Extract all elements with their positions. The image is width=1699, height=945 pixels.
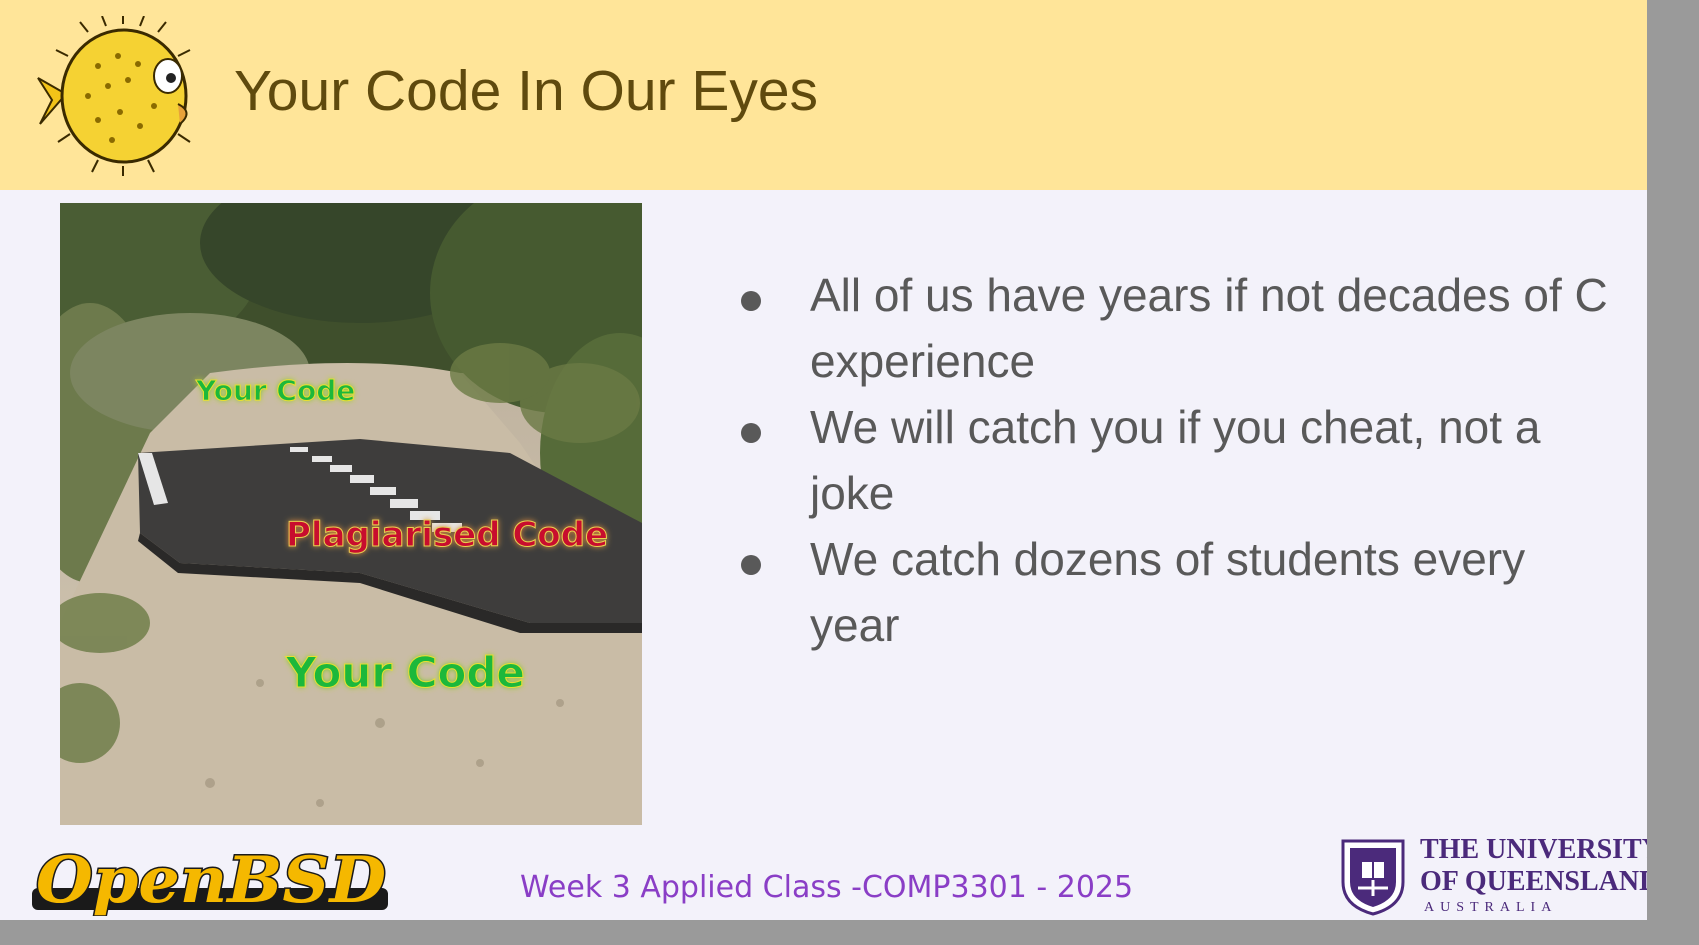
- bullet-dot-icon: [741, 423, 761, 443]
- bullet-text: All of us have years if not decades of C…: [810, 269, 1608, 387]
- image-label-bottom: Your Code: [285, 648, 525, 697]
- openbsd-logo-text: OpenBSD: [36, 843, 387, 916]
- uq-line2: OF QUEENSLAND: [1420, 866, 1647, 897]
- uq-line1: THE UNIVERSITY: [1420, 834, 1647, 865]
- bullet-list: All of us have years if not decades of C…: [735, 262, 1615, 658]
- image-label-top: Your Code: [195, 374, 355, 407]
- meme-image: Your Code Plagiarised Code Your Code: [60, 203, 642, 825]
- footer-text: Week 3 Applied Class -COMP3301 - 2025: [520, 870, 1134, 905]
- bullet-item: We will catch you if you cheat, not a jo…: [735, 394, 1615, 526]
- slide: Your Code In Our Eyes Your Code Plagiari…: [0, 0, 1647, 920]
- openbsd-logo: OpenBSD: [32, 842, 388, 916]
- slide-header: Your Code In Our Eyes: [0, 0, 1647, 190]
- bullet-dot-icon: [741, 291, 761, 311]
- slide-title: Your Code In Our Eyes: [234, 59, 819, 123]
- bullet-text: We will catch you if you cheat, not a jo…: [810, 401, 1541, 519]
- puffer-fish-icon: [37, 16, 191, 176]
- bullet-dot-icon: [741, 555, 761, 575]
- uq-logo: THE UNIVERSITY OF QUEENSLAND AUSTRALIA: [1340, 834, 1647, 916]
- bullet-item: We catch dozens of students every year: [735, 526, 1615, 658]
- uq-line3: AUSTRALIA: [1424, 900, 1558, 915]
- uq-wordmark: THE UNIVERSITY OF QUEENSLAND AUSTRALIA: [1420, 834, 1647, 918]
- image-label-middle: Plagiarised Code: [286, 515, 608, 555]
- bullet-item: All of us have years if not decades of C…: [735, 262, 1615, 394]
- uq-crest-icon: [1341, 839, 1405, 916]
- bullet-text: We catch dozens of students every year: [810, 533, 1526, 651]
